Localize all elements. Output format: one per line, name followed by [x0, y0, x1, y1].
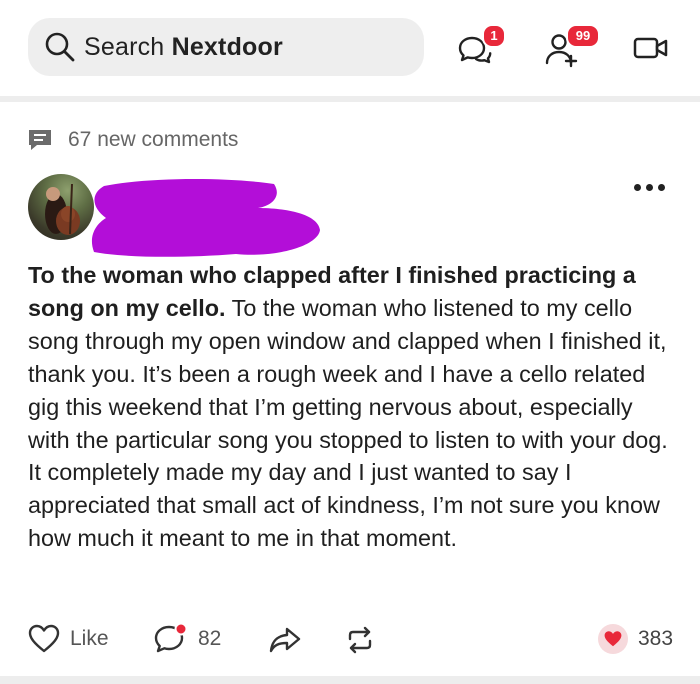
- share-button[interactable]: [268, 625, 302, 655]
- notifications-badge-count: 99: [575, 28, 591, 43]
- heart-reaction-icon: [598, 624, 628, 654]
- reaction-count: 383: [638, 627, 674, 650]
- comment-icon: [154, 623, 188, 653]
- video-button[interactable]: [630, 32, 672, 64]
- comment-count: 82: [198, 627, 222, 650]
- notifications-button[interactable]: 99: [540, 24, 604, 70]
- like-label: Like: [70, 627, 109, 650]
- repost-icon: [348, 626, 372, 654]
- top-bar: Search Nextdoor 1 99: [0, 0, 700, 96]
- comment-list-icon: [29, 130, 51, 150]
- redacted-author-name: [91, 179, 320, 257]
- post-body: To the woman who clapped after I finishe…: [28, 259, 668, 555]
- like-button[interactable]: Like: [28, 624, 109, 654]
- search-bar[interactable]: Search Nextdoor: [28, 18, 424, 76]
- post-actions: Like 82 383: [0, 612, 700, 668]
- search-brand: Nextdoor: [171, 32, 283, 61]
- author-avatar[interactable]: [28, 174, 94, 240]
- repost-button[interactable]: [344, 625, 376, 655]
- comment-button[interactable]: 82: [152, 623, 221, 655]
- heart-outline-icon: [28, 624, 60, 653]
- bottom-divider: [0, 676, 700, 684]
- search-label: Search: [84, 32, 165, 61]
- dot: [634, 184, 641, 191]
- messages-badge-count: 1: [490, 28, 498, 43]
- dot: [658, 184, 665, 191]
- messages-badge: 1: [482, 24, 506, 48]
- dot: [646, 184, 653, 191]
- search-placeholder: Search Nextdoor: [84, 33, 283, 62]
- cellist-photo: [45, 183, 80, 235]
- post-text: To the woman who listened to my cello so…: [28, 294, 668, 552]
- more-options-button[interactable]: [634, 184, 665, 191]
- messages-button[interactable]: 1: [452, 24, 508, 70]
- search-icon: [45, 32, 75, 62]
- post-card: 67 new comments To the woman who clapped…: [0, 102, 700, 678]
- new-comments-link[interactable]: 67 new comments: [26, 126, 238, 154]
- reactions-summary[interactable]: 383: [598, 624, 673, 654]
- share-arrow-icon: [269, 627, 301, 653]
- notifications-badge: 99: [566, 24, 600, 48]
- new-comments-text: 67 new comments: [68, 128, 239, 151]
- video-camera-icon: [633, 37, 668, 59]
